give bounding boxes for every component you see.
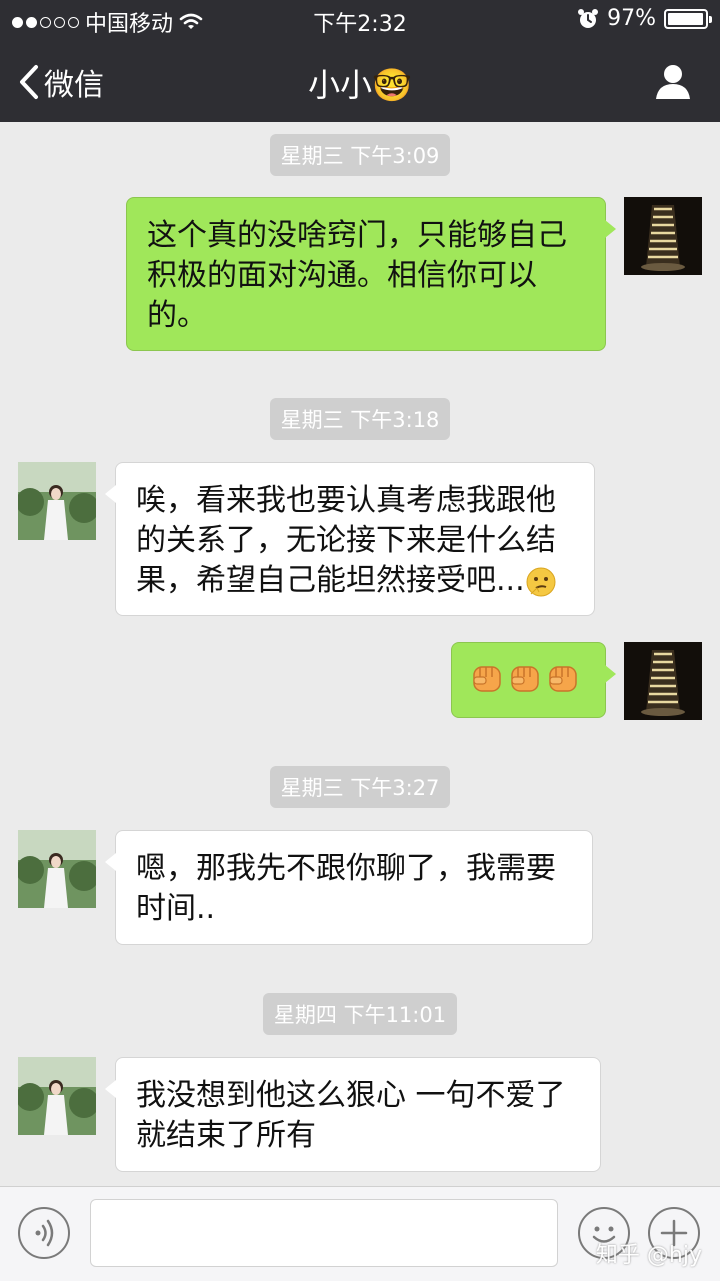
battery-icon [664, 8, 712, 29]
my-avatar[interactable] [624, 197, 702, 275]
time-divider: 星期三 下午3:27 [0, 766, 720, 808]
battery-percent: 97% [607, 6, 656, 31]
chat-title: 小小🤓 [308, 66, 412, 104]
message-bubble-sent[interactable]: 这个真的没啥窍门，只能够自己积极的面对沟通。相信你可以的。 [126, 197, 616, 351]
message-bubble-received[interactable]: 嗯，那我先不跟你聊了，我需要时间.. [105, 830, 593, 945]
time-divider: 星期三 下午3:09 [0, 134, 720, 176]
back-label: 微信 [44, 68, 104, 103]
fist-emoji [470, 659, 587, 695]
signal-strength-icon [12, 16, 79, 28]
time-divider: 星期三 下午3:18 [0, 398, 720, 440]
watermark: 知乎 @hjy [595, 1243, 702, 1268]
voice-icon [35, 1219, 54, 1247]
friend-avatar[interactable] [18, 1057, 96, 1135]
wifi-icon [179, 13, 203, 29]
person-icon [656, 65, 690, 99]
alarm-clock-icon [578, 8, 599, 28]
chevron-left-icon [20, 65, 38, 99]
back-button[interactable]: 微信 [18, 60, 104, 104]
time-divider: 星期四 下午11:01 [0, 993, 720, 1035]
voice-input-button[interactable] [18, 1207, 70, 1259]
chat-area[interactable]: 星期三 下午3:09 这个真的没啥窍门，只能够自己积极的面对沟通。相信你可以的。… [0, 122, 720, 1186]
message-bubble-received[interactable]: 唉，看来我也要认真考虑我跟他的关系了，无论接下来是什么结果，希望自己能坦然接受吧… [105, 462, 595, 616]
message-input[interactable] [90, 1199, 558, 1267]
message-bubble-sent[interactable] [451, 642, 616, 718]
status-left: 中国移动 [12, 6, 203, 38]
status-right: 97% [577, 6, 712, 31]
message-bubble-received[interactable]: 我没想到他这么狠心 一句不爱了就结束了所有 [105, 1057, 601, 1172]
nav-bar: 微信 小小🤓 [0, 40, 720, 122]
friend-avatar[interactable] [18, 830, 96, 908]
thinking-face-emoji [526, 567, 556, 596]
my-avatar[interactable] [624, 642, 702, 720]
carrier-label: 中国移动 [85, 12, 174, 37]
status-bar: 中国移动 下午2:32 97% [0, 0, 720, 40]
friend-avatar[interactable] [18, 462, 96, 540]
profile-button[interactable] [654, 62, 692, 104]
